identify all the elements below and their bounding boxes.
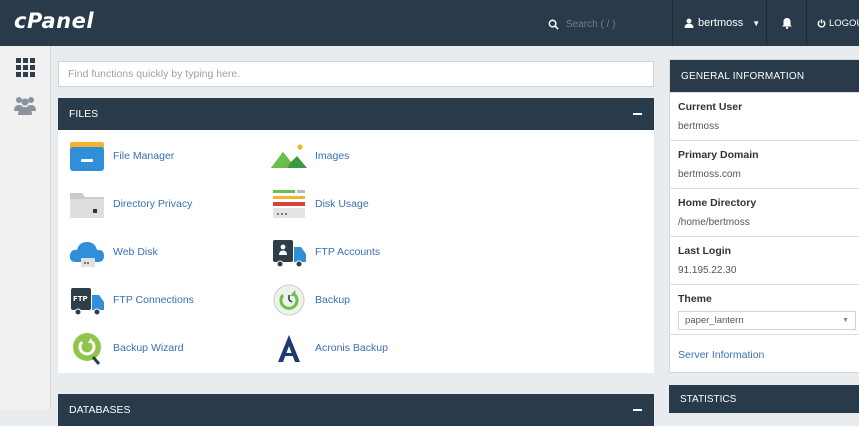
info-label: Home Directory — [678, 197, 757, 209]
item-label: Web Disk — [113, 246, 158, 258]
search-icon — [548, 19, 559, 30]
ftp-accounts-link[interactable]: FTP Accounts — [269, 234, 380, 270]
username: bertmoss — [698, 17, 744, 29]
chevron-down-icon: ▼ — [842, 317, 849, 324]
chevron-down-icon: ▼ — [752, 18, 761, 28]
backup-icon — [273, 284, 305, 316]
info-row-theme: Theme paper_lantern ▼ — [670, 284, 859, 334]
power-icon — [817, 18, 826, 28]
user-icon — [684, 18, 694, 28]
info-value: 91.195.22.30 — [678, 265, 737, 276]
images-icon — [271, 144, 307, 168]
theme-select-value: paper_lantern — [685, 315, 744, 326]
info-value: /home/bertmoss — [678, 217, 750, 228]
item-label: Disk Usage — [315, 198, 369, 210]
images-link[interactable]: Images — [269, 138, 349, 174]
databases-panel: DATABASES — [58, 394, 654, 426]
info-value: bertmoss.com — [678, 169, 741, 180]
item-label: Backup — [315, 294, 351, 306]
notifications-button[interactable] — [766, 0, 807, 46]
header-search-input[interactable] — [566, 18, 651, 30]
file-manager-link[interactable]: File Manager — [67, 138, 174, 174]
info-row-last-login: Last Login 91.195.22.30 — [670, 236, 859, 284]
backup-wizard-link[interactable]: Backup Wizard — [67, 330, 184, 366]
databases-panel-header[interactable]: DATABASES — [58, 394, 654, 426]
web-disk-link[interactable]: Web Disk — [67, 234, 158, 270]
top-bar: cPanel bertmoss ▼ LOGOUT — [0, 0, 859, 46]
databases-panel-title: DATABASES — [69, 404, 131, 416]
files-panel: FILES File Manager Images Directory Priv… — [58, 98, 654, 373]
general-information-panel: GENERAL INFORMATION Current User bertmos… — [669, 59, 859, 373]
file-manager-icon — [70, 142, 104, 171]
item-label: FTP Accounts — [315, 246, 381, 258]
acronis-backup-link[interactable]: Acronis Backup — [269, 330, 388, 366]
logout-button[interactable]: LOGOUT — [806, 0, 859, 46]
item-label: FTP Connections — [113, 294, 194, 306]
files-grid: File Manager Images Directory Privacy Di… — [58, 130, 654, 373]
ftp-connections-link[interactable]: FTP FTP Connections — [67, 282, 194, 318]
collapse-icon[interactable] — [633, 113, 642, 115]
theme-label: Theme — [678, 293, 712, 305]
info-label: Current User — [678, 101, 743, 113]
cpanel-logo[interactable]: cPanel — [14, 9, 94, 33]
info-row-primary-domain: Primary Domain bertmoss.com — [670, 140, 859, 188]
info-label: Last Login — [678, 245, 732, 257]
statistics-title: STATISTICS — [680, 393, 737, 405]
info-row-server-info: Server Information — [670, 334, 859, 374]
grid-icon[interactable] — [13, 56, 37, 78]
info-row-current-user: Current User bertmoss — [670, 92, 859, 140]
disk-usage-icon — [273, 190, 305, 218]
item-label: File Manager — [113, 150, 175, 162]
backup-link[interactable]: Backup — [269, 282, 350, 318]
item-label: Acronis Backup — [315, 342, 388, 354]
info-value: bertmoss — [678, 121, 720, 132]
files-panel-header[interactable]: FILES — [58, 98, 654, 130]
svg-text:FTP: FTP — [73, 295, 88, 303]
ftp-truck-icon — [273, 240, 306, 268]
theme-select[interactable]: paper_lantern ▼ — [678, 311, 856, 330]
general-information-header: GENERAL INFORMATION — [670, 60, 859, 92]
acronis-icon — [278, 335, 300, 362]
left-rail — [0, 46, 51, 409]
directory-privacy-link[interactable]: Directory Privacy — [67, 186, 192, 222]
backup-wizard-icon — [73, 333, 101, 365]
server-information-link[interactable]: Server Information — [678, 349, 764, 361]
collapse-icon[interactable] — [633, 409, 642, 411]
item-label: Directory Privacy — [113, 198, 193, 210]
files-panel-title: FILES — [69, 108, 99, 120]
cloud-icon — [69, 242, 104, 267]
info-label: Primary Domain — [678, 149, 759, 161]
item-label: Backup Wizard — [113, 342, 184, 354]
disk-usage-link[interactable]: Disk Usage — [269, 186, 369, 222]
folder-lock-icon — [70, 193, 104, 218]
find-functions-input[interactable] — [58, 61, 654, 87]
users-icon[interactable] — [13, 94, 37, 116]
header-search[interactable] — [548, 15, 651, 33]
item-label: Images — [315, 150, 350, 162]
user-menu[interactable]: bertmoss ▼ — [672, 0, 766, 46]
logout-label: LOGOUT — [829, 17, 859, 29]
info-row-home-directory: Home Directory /home/bertmoss — [670, 188, 859, 236]
bell-icon — [782, 18, 792, 29]
ftp-connections-icon: FTP — [71, 288, 104, 316]
